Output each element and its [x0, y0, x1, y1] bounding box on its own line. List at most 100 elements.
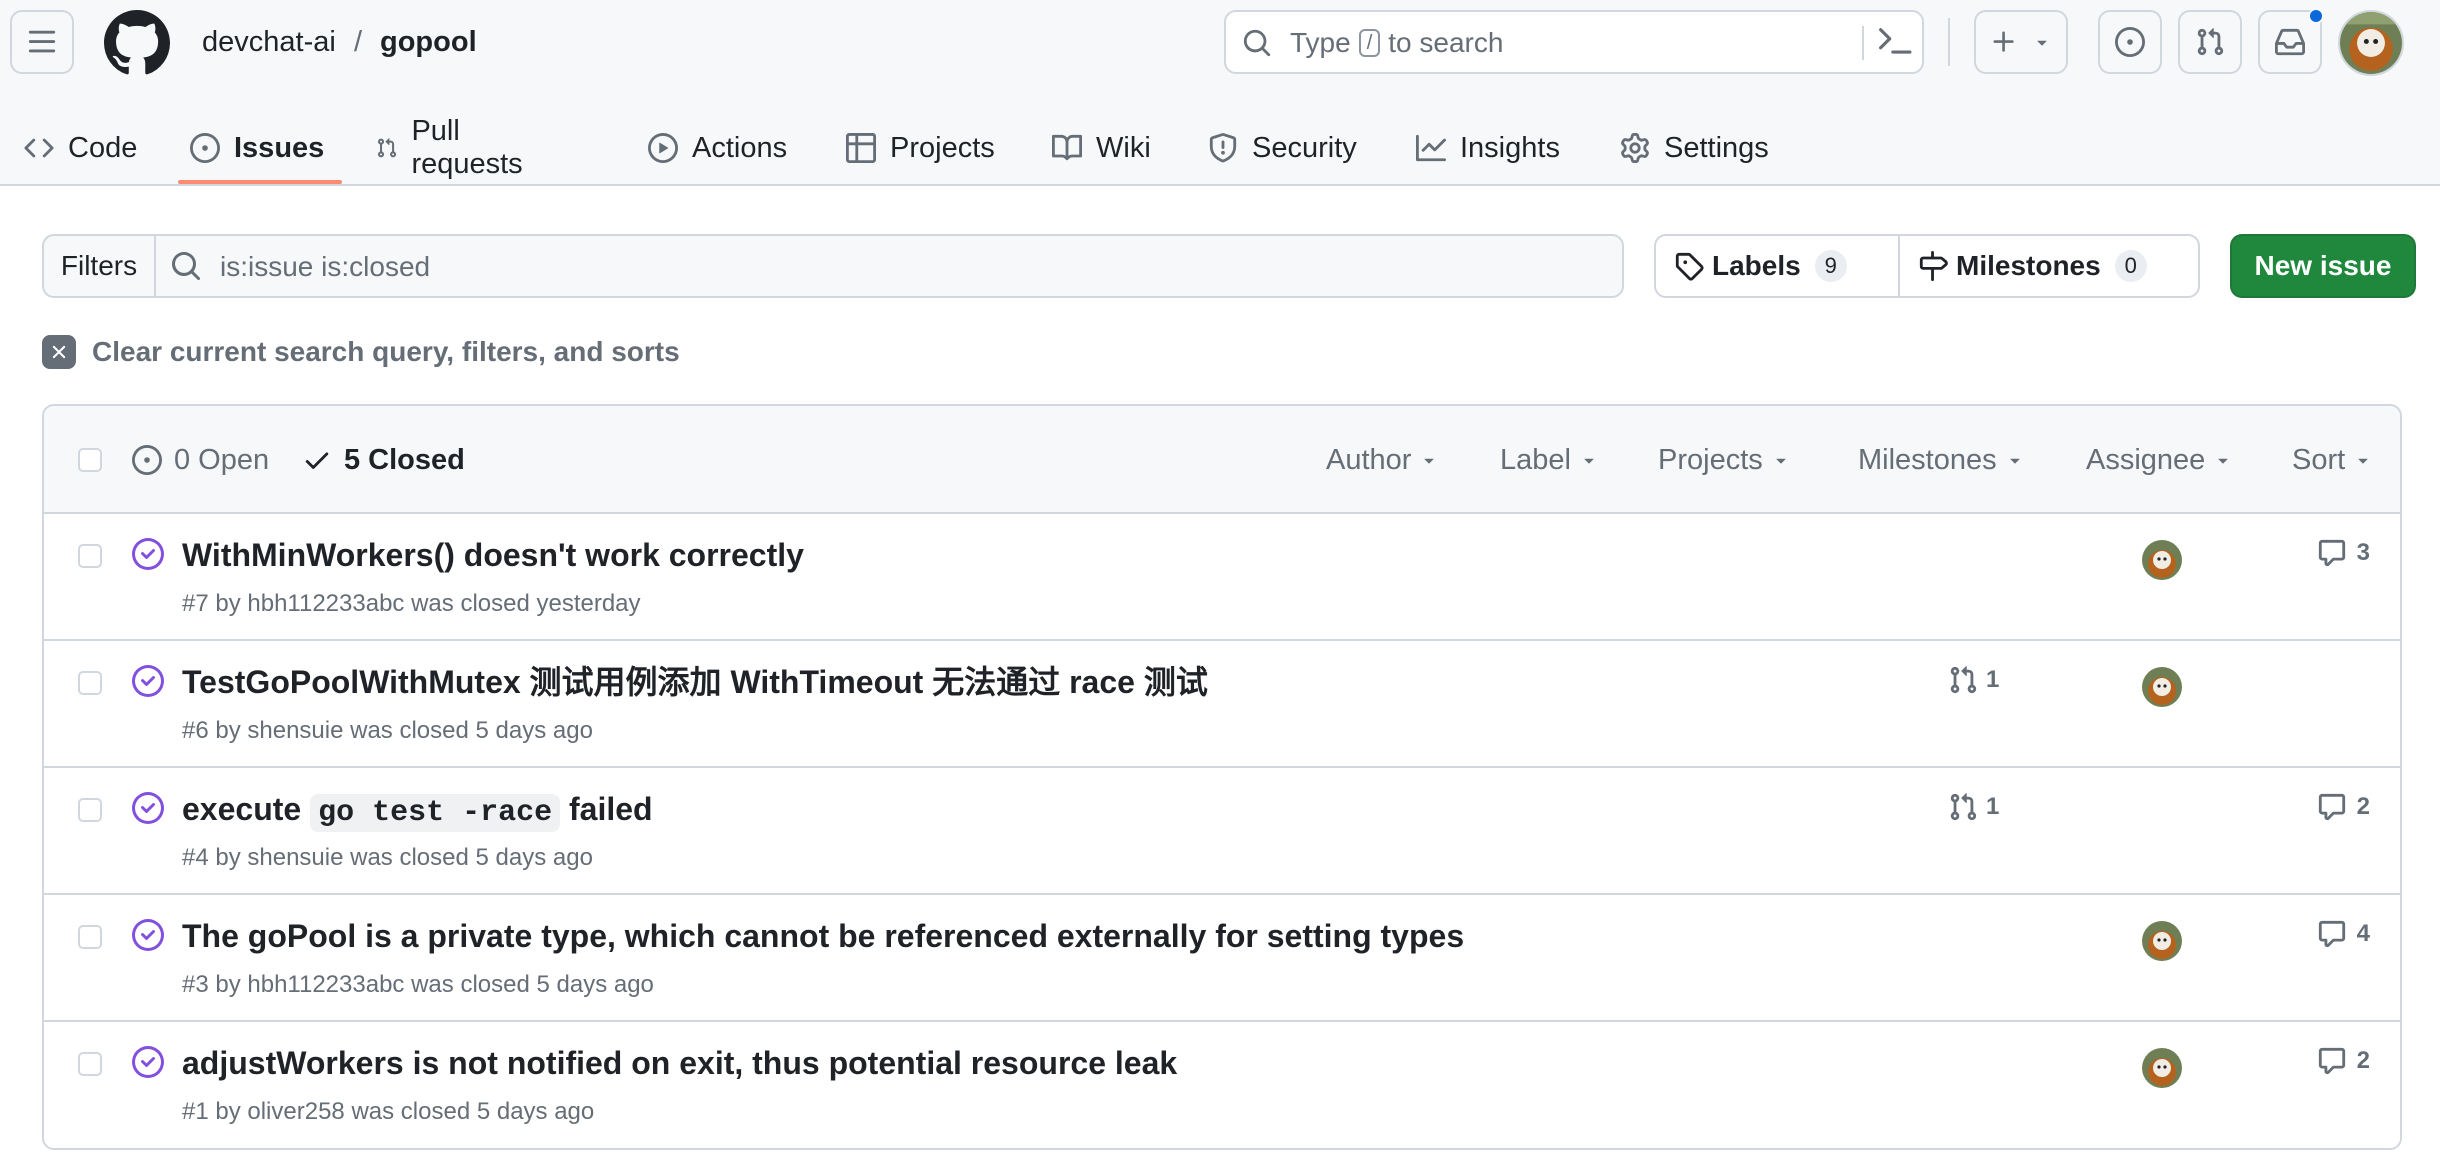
issue-checkbox[interactable]	[78, 925, 102, 949]
code-icon	[24, 138, 54, 158]
label-filter-dropdown[interactable]: Label	[1500, 442, 1599, 478]
issue-row[interactable]: The goPool is a private type, which cann…	[44, 895, 2400, 1022]
closed-issues-toggle[interactable]: 5 Closed	[302, 442, 465, 478]
labels-milestones-group: Labels 9 Milestones 0	[1654, 234, 2200, 298]
open-count-label: 0 Open	[174, 443, 270, 476]
comments-count: 2	[2356, 1047, 2370, 1074]
projects-filter-label: Projects	[1658, 443, 1763, 476]
search-shortcut-key: /	[1358, 29, 1381, 57]
assignee-avatar[interactable]	[2142, 540, 2182, 580]
author-filter-dropdown[interactable]: Author	[1326, 442, 1439, 478]
projects-filter-dropdown[interactable]: Projects	[1658, 442, 1791, 478]
tab-projects[interactable]: Projects	[846, 112, 995, 184]
breadcrumb-repo[interactable]: gopool	[380, 22, 477, 62]
tab-settings[interactable]: Settings	[1620, 112, 1769, 184]
assignee-avatar[interactable]	[2142, 1048, 2182, 1088]
github-logo-icon[interactable]	[104, 10, 170, 76]
filters-button[interactable]: Filters	[44, 236, 156, 296]
closed-count-label: 5 Closed	[344, 443, 465, 476]
issue-row[interactable]: WithMinWorkers() doesn't work correctly …	[44, 514, 2400, 641]
clear-filters-link[interactable]: Clear current search query, filters, and…	[42, 334, 680, 370]
comments-count: 2	[2356, 793, 2370, 820]
milestones-button[interactable]: Milestones 0	[1900, 236, 2198, 296]
selected-tab-indicator	[178, 180, 342, 184]
tab-wiki[interactable]: Wiki	[1052, 112, 1151, 184]
open-issues-toggle[interactable]: 0 Open	[132, 442, 269, 478]
new-issue-button[interactable]: New issue	[2230, 234, 2416, 298]
issue-row[interactable]: adjustWorkers is not notified on exit, t…	[44, 1022, 2400, 1148]
tab-actions-label: Actions	[692, 131, 788, 164]
issue-meta: #4 by shensuie was closed 5 days ago	[182, 844, 593, 871]
tab-actions[interactable]: Actions	[648, 112, 787, 184]
issue-title-link[interactable]: execute go test -race failed	[182, 788, 653, 834]
issue-closed-icon	[132, 792, 164, 824]
comments-link[interactable]: 3	[2317, 538, 2370, 568]
issue-closed-icon	[132, 1046, 164, 1078]
search-icon	[172, 252, 201, 281]
tab-security[interactable]: Security	[1208, 112, 1357, 184]
triangle-down-icon	[1776, 458, 1786, 464]
menu-button[interactable]	[10, 10, 74, 74]
issue-checkbox[interactable]	[78, 544, 102, 568]
issue-filter-bar: Filters is:issue is:closed	[42, 234, 1624, 298]
breadcrumb-separator: /	[354, 26, 363, 58]
comments-link[interactable]: 2	[2317, 792, 2370, 822]
issue-title-link[interactable]: TestGoPoolWithMutex 测试用例添加 WithTimeout 无…	[182, 661, 1208, 703]
hamburger-icon	[28, 30, 56, 53]
gear-icon	[1621, 133, 1649, 163]
select-all-checkbox[interactable]	[78, 448, 102, 472]
your-pull-requests-button[interactable]	[2178, 10, 2242, 74]
tab-pull-requests[interactable]: Pull requests	[376, 112, 531, 184]
sort-dropdown[interactable]: Sort	[2292, 442, 2373, 478]
milestones-filter-label: Milestones	[1858, 443, 1997, 476]
assignee-avatar[interactable]	[2142, 921, 2182, 961]
issue-checkbox[interactable]	[78, 798, 102, 822]
command-palette-icon[interactable]	[1878, 26, 1912, 60]
search-divider	[1862, 26, 1864, 60]
tab-insights-label: Insights	[1460, 131, 1560, 164]
issue-title-code: go test -race	[310, 794, 561, 832]
inbox-icon	[2275, 28, 2305, 56]
linked-pull-request[interactable]: 1	[1948, 665, 1999, 695]
issue-closed-icon	[132, 665, 164, 697]
milestones-filter-dropdown[interactable]: Milestones	[1858, 442, 2025, 478]
tab-issues[interactable]: Issues	[190, 112, 324, 184]
issue-title-link[interactable]: The goPool is a private type, which cann…	[182, 915, 1464, 957]
linked-pr-count: 1	[1986, 666, 2000, 693]
assignee-filter-dropdown[interactable]: Assignee	[2086, 442, 2233, 478]
repo-header: devchat-ai / gopool Type / to search Cod…	[0, 0, 2440, 186]
tab-insights[interactable]: Insights	[1416, 112, 1560, 184]
triangle-down-icon	[2037, 40, 2047, 46]
issue-title-link[interactable]: WithMinWorkers() doesn't work correctly	[182, 534, 804, 576]
linked-pr-count: 1	[1986, 793, 2000, 820]
issue-title-link[interactable]: adjustWorkers is not notified on exit, t…	[182, 1042, 1177, 1084]
global-search-input[interactable]: Type / to search	[1224, 10, 1924, 74]
your-issues-button[interactable]	[2098, 10, 2162, 74]
issues-list: 0 Open 5 Closed Author Label Projects Mi…	[42, 404, 2402, 1150]
issue-title-suffix: failed	[569, 791, 653, 827]
author-filter-label: Author	[1326, 443, 1412, 476]
comments-link[interactable]: 4	[2317, 919, 2370, 949]
breadcrumb-owner[interactable]: devchat-ai	[202, 22, 336, 62]
issue-checkbox[interactable]	[78, 671, 102, 695]
tab-code[interactable]: Code	[24, 112, 137, 184]
labels-button[interactable]: Labels 9	[1656, 236, 1900, 296]
linked-pull-request[interactable]: 1	[1948, 792, 1999, 822]
user-avatar[interactable]	[2338, 10, 2404, 76]
book-icon	[1052, 134, 1082, 161]
tab-issues-label: Issues	[234, 131, 325, 164]
issue-row[interactable]: execute go test -race failed #4 by shens…	[44, 768, 2400, 895]
issue-row[interactable]: TestGoPoolWithMutex 测试用例添加 WithTimeout 无…	[44, 641, 2400, 768]
assignee-avatar[interactable]	[2142, 667, 2182, 707]
create-new-button[interactable]	[1974, 10, 2068, 74]
tab-wiki-label: Wiki	[1096, 131, 1151, 164]
shield-icon	[1209, 133, 1237, 163]
comments-link[interactable]: 2	[2317, 1046, 2370, 1076]
triangle-down-icon	[2010, 458, 2020, 464]
issue-meta: #6 by shensuie was closed 5 days ago	[182, 717, 593, 744]
comment-icon	[2318, 920, 2345, 948]
git-pull-request-icon	[2197, 28, 2224, 56]
issue-checkbox[interactable]	[78, 1052, 102, 1076]
issue-search-input[interactable]: is:issue is:closed	[220, 250, 430, 284]
graph-icon	[1416, 134, 1446, 162]
